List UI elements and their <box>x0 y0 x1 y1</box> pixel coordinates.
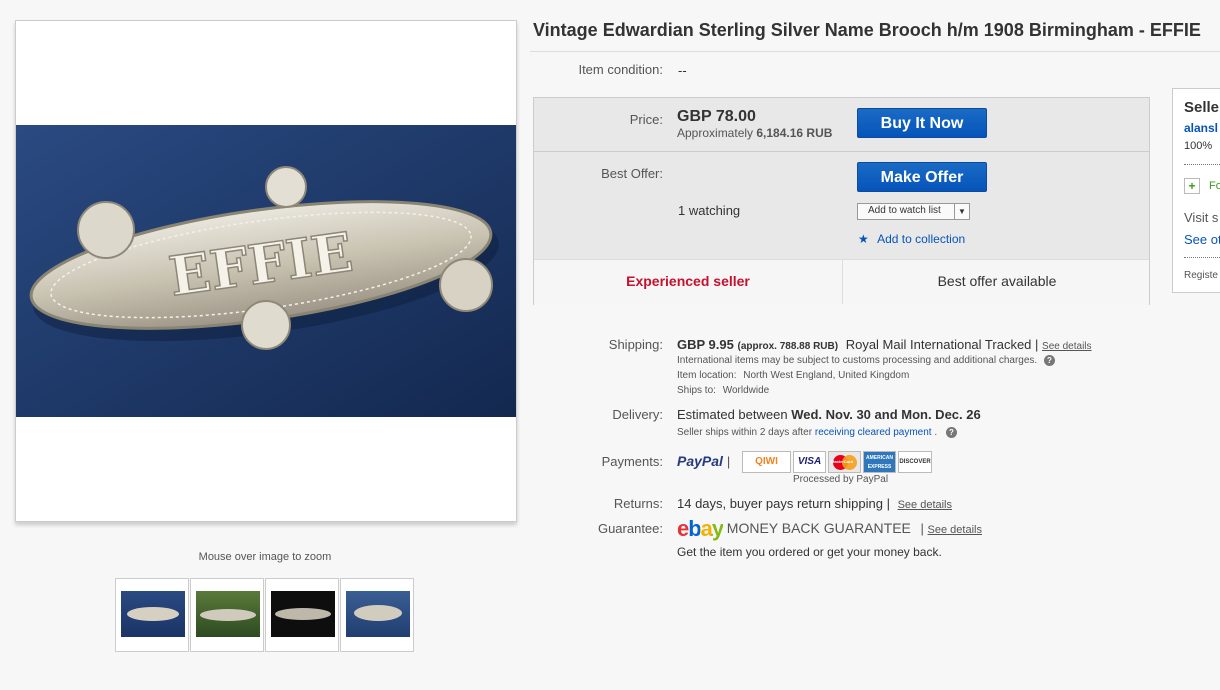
item-location-label: Item location: <box>677 370 737 381</box>
price-approx-value: 6,184.16 RUB <box>756 126 833 140</box>
paypal-logo: PayPal | <box>677 453 730 469</box>
registered-text: Registe <box>1184 270 1218 281</box>
seller-heading: Selle <box>1184 99 1220 116</box>
item-condition-label: Item condition: <box>578 62 663 77</box>
delivery-prefix: Estimated between <box>677 407 788 422</box>
thumbnail-image <box>121 591 185 637</box>
delivery-label: Delivery: <box>612 407 663 422</box>
best-offer-available-badge: Best offer available <box>937 273 1057 289</box>
delivery-estimate: Estimated between Wed. Nov. 30 and Mon. … <box>677 407 981 422</box>
badge-divider <box>842 259 843 304</box>
thumbnail-2[interactable] <box>190 578 264 652</box>
ships-to-value: Worldwide <box>722 385 770 396</box>
ships-to: Ships to: Worldwide <box>677 385 769 396</box>
customs-note-text: International items may be subject to cu… <box>677 355 1038 367</box>
brooch-shape <box>127 607 179 621</box>
returns-text: 14 days, buyer pays return shipping | <box>677 496 890 511</box>
paypal-wordmark: PayPal <box>677 453 723 469</box>
shipping-amount: GBP 9.95 <box>677 337 734 352</box>
returns-label: Returns: <box>613 496 663 511</box>
delivery-note: Seller ships within 2 days after receivi… <box>677 427 957 438</box>
mastercard-logo: MasterCard <box>828 451 861 473</box>
returns-line: 14 days, buyer pays return shipping | Se… <box>677 496 952 511</box>
price-box-divider <box>534 151 1149 152</box>
ebay-money-back-guarantee: ebay MONEY BACK GUARANTEE | See details <box>677 516 982 542</box>
qiwi-logo: QIWI <box>742 451 791 473</box>
guarantee-see-details-link[interactable]: See details <box>928 524 982 536</box>
item-location-value: North West England, United Kingdom <box>743 370 910 381</box>
add-to-collection-label: Add to collection <box>877 232 966 246</box>
delivery-dates: Wed. Nov. 30 and Mon. Dec. 26 <box>791 407 981 422</box>
shipping-approx: (approx. 788.88 RUB) <box>737 341 839 352</box>
guarantee-separator: | <box>920 521 924 536</box>
help-icon[interactable]: ? <box>1043 355 1055 366</box>
visa-logo: VISA <box>793 451 826 473</box>
seller-divider <box>1184 164 1220 165</box>
watch-list-label: Add to watch list <box>868 205 941 216</box>
best-offer-label: Best Offer: <box>601 166 663 181</box>
mastercard-text: MasterCard <box>831 459 854 464</box>
brooch-shape <box>200 609 256 621</box>
shipping-service: Royal Mail International Tracked <box>845 337 1032 352</box>
seller-feedback: 100% <box>1184 140 1213 152</box>
experienced-seller-badge: Experienced seller <box>626 273 750 289</box>
thumbnail-3[interactable] <box>265 578 339 652</box>
processed-by-paypal: Processed by PayPal <box>793 474 889 485</box>
brooch-shape <box>275 608 331 620</box>
main-product-photo[interactable]: EFFIE <box>16 125 516 417</box>
thumbnail-image <box>196 591 260 637</box>
delivery-note-suffix: . <box>934 427 938 439</box>
price-approx: Approximately 6,184.16 RUB <box>677 126 832 140</box>
item-location: Item location: North West England, Unite… <box>677 370 909 381</box>
payments-label: Payments: <box>601 454 663 469</box>
plus-icon[interactable]: + <box>1184 178 1200 194</box>
brooch-photo-art: EFFIE <box>16 125 516 417</box>
ebay-logo: ebay <box>677 516 724 541</box>
returns-see-details-link[interactable]: See details <box>898 499 952 511</box>
star-icon: ★ <box>858 232 869 246</box>
seller-name-link[interactable]: alansl <box>1184 121 1218 135</box>
thumbnail-1[interactable] <box>115 578 189 652</box>
guarantee-label: Guarantee: <box>597 521 663 536</box>
shipping-label: Shipping: <box>608 337 663 352</box>
item-condition-value: -- <box>678 63 687 78</box>
thumbnail-image <box>346 591 410 637</box>
buy-it-now-button[interactable]: Buy It Now <box>857 108 987 138</box>
zoom-hint: Mouse over image to zoom <box>198 551 332 563</box>
guarantee-brand-suffix: MONEY BACK GUARANTEE <box>726 520 911 536</box>
visit-store-link[interactable]: Visit s <box>1184 210 1218 225</box>
guarantee-note: Get the item you ordered or get your mon… <box>677 545 942 559</box>
price-amount: GBP 78.00 <box>677 108 756 125</box>
price-box: Experienced seller Best offer available <box>533 97 1150 305</box>
price-approx-prefix: Approximately <box>677 126 754 140</box>
price-label: Price: <box>629 112 663 127</box>
shipping-see-details-link[interactable]: See details <box>1042 341 1091 352</box>
seller-info-card: Selle alansl 100% + Fo Visit s See ot Re… <box>1172 88 1220 293</box>
see-other-items-link[interactable]: See ot <box>1184 232 1220 247</box>
title-divider <box>530 51 1220 52</box>
listing-title: Vintage Edwardian Sterling Silver Name B… <box>533 20 1201 40</box>
thumbnail-4[interactable] <box>340 578 414 652</box>
discover-logo: DISCOVER <box>898 451 932 473</box>
add-to-watch-list-button[interactable]: Add to watch list ▼ <box>857 203 970 220</box>
shipping-line: GBP 9.95 (approx. 788.88 RUB) Royal Mail… <box>677 337 1092 352</box>
brooch-shape <box>354 605 402 621</box>
customs-note: International items may be subject to cu… <box>677 355 1055 366</box>
watching-count: 1 watching <box>678 203 741 218</box>
thumbnail-image <box>271 591 335 637</box>
follow-seller-link[interactable]: Fo <box>1209 180 1220 192</box>
main-image-frame[interactable]: EFFIE <box>15 20 517 522</box>
delivery-note-prefix: Seller ships within 2 days after <box>677 427 813 439</box>
seller-divider <box>1184 257 1220 258</box>
cleared-payment-link[interactable]: receiving cleared payment <box>815 427 932 438</box>
amex-logo: AMERICAN EXPRESS <box>863 451 896 473</box>
add-to-collection-link[interactable]: ★ Add to collection <box>858 232 965 246</box>
make-offer-button[interactable]: Make Offer <box>857 162 987 192</box>
help-icon[interactable]: ? <box>945 427 957 438</box>
ships-to-label: Ships to: <box>677 385 716 396</box>
payments-separator: | <box>726 454 731 469</box>
shipping-separator: | <box>1035 337 1039 352</box>
chevron-down-icon[interactable]: ▼ <box>954 204 969 219</box>
